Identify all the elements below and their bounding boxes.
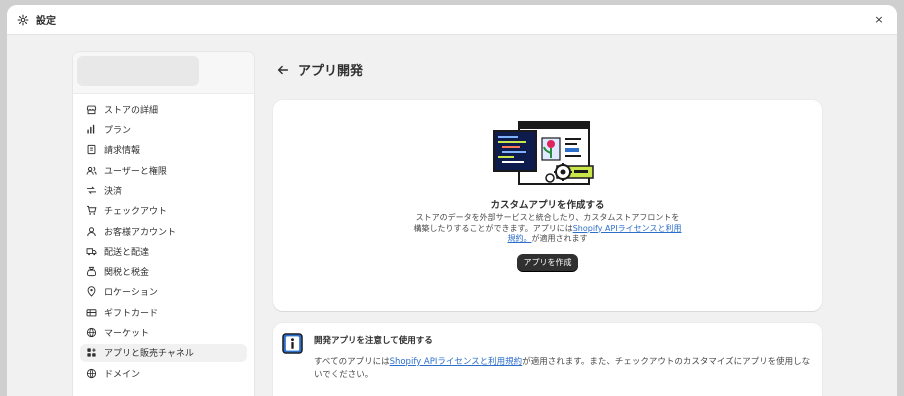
sidebar-item-label: プラン xyxy=(104,126,132,137)
desc-text-after: が適用されます xyxy=(531,234,588,243)
sidebar-item[interactable]: 配送と配達 xyxy=(80,242,247,261)
page-title: アプリ開発 xyxy=(298,64,364,79)
sidebar-item[interactable]: チェックアウト xyxy=(80,201,247,220)
sidebar-item-label: 関税と税金 xyxy=(104,268,150,279)
store-header xyxy=(73,52,254,94)
sidebar-item-label: マーケット xyxy=(104,329,150,340)
notice-body: すべてのアプリにはShopify APIライセンスと利用規約が適用されます。また… xyxy=(314,356,814,381)
custom-app-card: カスタムアプリを作成する ストアのデータを外部サービスと統合したり、カスタムスト… xyxy=(273,100,822,311)
window-title: 設定 xyxy=(36,16,56,27)
custom-app-illustration xyxy=(492,120,596,192)
users-icon xyxy=(85,164,97,176)
sidebar-item[interactable]: ギフトカード xyxy=(80,303,247,322)
apps-icon xyxy=(85,347,97,359)
close-icon[interactable]: × xyxy=(871,12,887,28)
sidebar-item-label: チェックアウト xyxy=(104,207,168,218)
sidebar-item-label: 決済 xyxy=(104,186,123,197)
sidebar-item[interactable]: アプリと販売チャネル xyxy=(80,343,247,363)
store-name-placeholder xyxy=(77,56,199,86)
markets-icon xyxy=(85,327,97,339)
notice-text-before: すべてのアプリには xyxy=(314,357,390,367)
sidebar-item-label: ギフトカード xyxy=(104,308,159,319)
sidebar-item-label: ドメイン xyxy=(104,369,141,380)
sidebar-item-label: ユーザーと権限 xyxy=(104,166,167,177)
location-icon xyxy=(85,286,97,298)
sidebar-item-label: 配送と配達 xyxy=(104,247,150,258)
sidebar-item-label: ストアの詳細 xyxy=(104,105,159,116)
custom-app-heading: カスタムアプリを作成する xyxy=(490,200,605,211)
shipping-icon xyxy=(85,245,97,257)
notice-api-license-link[interactable]: Shopify APIライセンスと利用規約 xyxy=(390,357,523,367)
taxes-icon xyxy=(85,266,97,278)
settings-nav: ストアの詳細 プラン請求情報ユーザーと権限 決済チェックアウト お客様アカウント 配送と… xyxy=(73,94,254,390)
plan-icon xyxy=(85,124,97,136)
sidebar-item[interactable]: 関税と税金 xyxy=(80,262,247,281)
sidebar-item-label: 請求情報 xyxy=(104,146,141,157)
sidebar-item[interactable]: ユーザーと権限 xyxy=(80,161,247,180)
notice-title: 開発アプリを注意して使用する xyxy=(314,336,433,346)
sidebar-item-label: ロケーション xyxy=(104,288,158,299)
checkout-icon xyxy=(85,205,97,217)
settings-sidebar: ストアの詳細 プラン請求情報ユーザーと権限 決済チェックアウト お客様アカウント 配送と… xyxy=(72,51,255,396)
sidebar-item-label: アプリと販売チャネル xyxy=(104,349,194,360)
title-bar: 設定 × xyxy=(7,5,897,35)
store-icon xyxy=(85,103,97,115)
gear-icon xyxy=(17,14,29,26)
sidebar-item[interactable]: マーケット xyxy=(80,323,247,342)
customer-account-icon xyxy=(85,225,97,237)
dev-app-notice-card: 開発アプリを注意して使用する すべてのアプリにはShopify APIライセンス… xyxy=(273,323,822,396)
sidebar-item[interactable]: お客様アカウント xyxy=(80,222,247,241)
page-header: アプリ開発 xyxy=(276,60,363,79)
sidebar-item[interactable]: ロケーション xyxy=(80,283,247,302)
sidebar-item[interactable]: 決済 xyxy=(80,181,247,200)
sidebar-item[interactable]: ドメイン xyxy=(80,364,247,383)
billing-icon xyxy=(85,144,97,156)
gift-card-icon xyxy=(85,306,97,318)
sidebar-item-label: お客様アカウント xyxy=(104,227,177,238)
domain-icon xyxy=(85,367,97,379)
create-app-button[interactable]: アプリを作成 xyxy=(517,254,578,271)
sidebar-item[interactable]: ストアの詳細 xyxy=(80,100,247,119)
sidebar-item[interactable]: 請求情報 xyxy=(80,141,247,160)
sidebar-item[interactable]: プラン xyxy=(80,120,247,139)
custom-app-description: ストアのデータを外部サービスと統合したり、カスタムストアフロントを構築したりする… xyxy=(413,213,682,245)
payments-icon xyxy=(85,184,97,196)
info-icon xyxy=(282,333,303,354)
back-arrow-icon[interactable] xyxy=(276,63,290,77)
